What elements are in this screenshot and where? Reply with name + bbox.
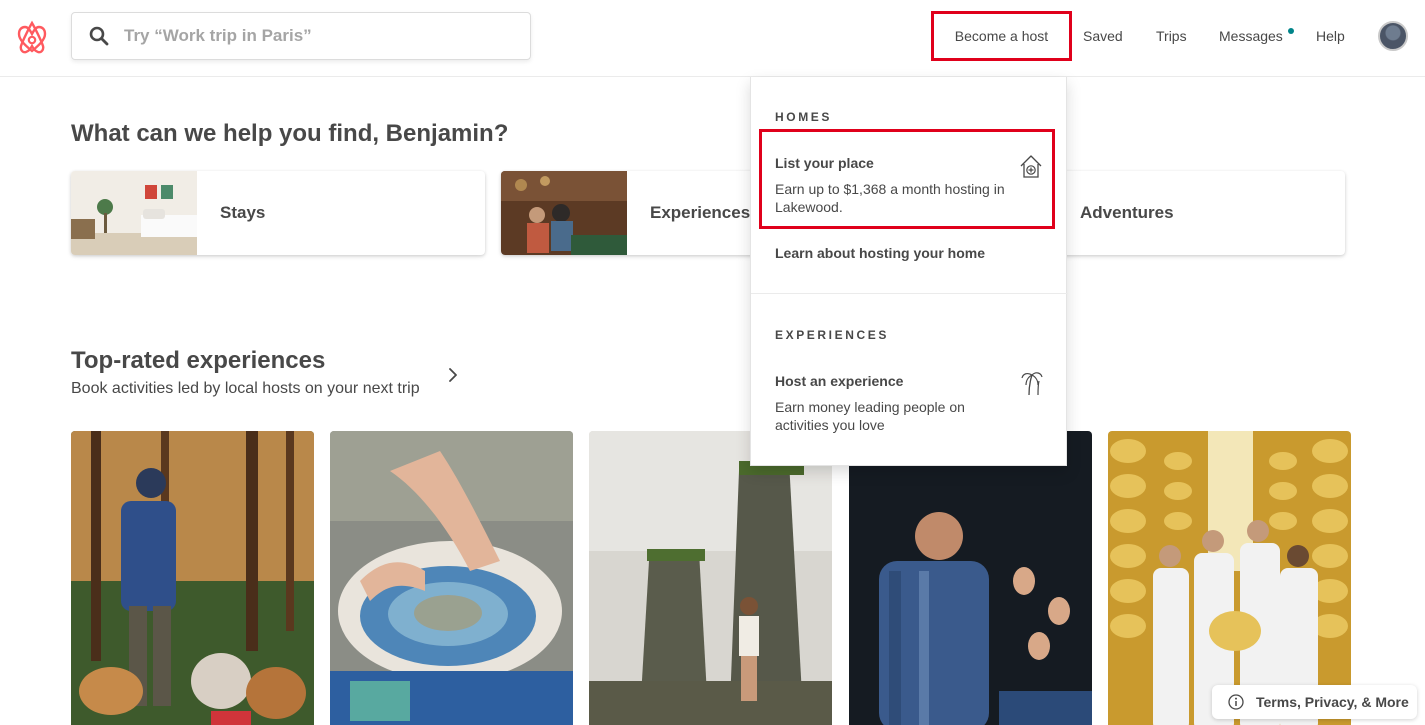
saved-link[interactable]: Saved <box>1083 28 1123 44</box>
search-icon <box>89 26 109 46</box>
category-label-adventures: Adventures <box>1080 203 1174 222</box>
airbnb-logo-icon[interactable] <box>16 20 48 54</box>
avatar[interactable] <box>1378 21 1408 51</box>
category-label-experiences: Experiences <box>650 203 751 222</box>
trips-link[interactable]: Trips <box>1156 28 1187 44</box>
messages-link[interactable]: Messages <box>1219 28 1283 44</box>
learn-hosting-link[interactable]: Learn about hosting your home <box>775 245 985 261</box>
experience-photo-dogs[interactable] <box>71 431 314 725</box>
section-subtitle: Book activities led by local hosts on yo… <box>71 380 420 397</box>
section-title: Top-rated experiences <box>71 347 326 374</box>
page-greeting: What can we help you find, Benjamin? <box>71 120 509 147</box>
host-experience-description: Earn money leading people on activities … <box>775 399 965 433</box>
experiences-heading: EXPERIENCES <box>775 328 889 342</box>
stays-thumbnail <box>71 171 197 255</box>
chevron-right-icon[interactable] <box>446 366 460 384</box>
info-icon <box>1228 694 1244 710</box>
experience-photo-cheese[interactable] <box>1108 431 1351 725</box>
category-card-adventures[interactable]: Adventures <box>1040 171 1345 255</box>
terms-privacy-button[interactable]: Terms, Privacy, & More <box>1212 685 1417 719</box>
host-experience-link[interactable]: Host an experience <box>775 373 903 389</box>
help-link[interactable]: Help <box>1316 28 1345 44</box>
experience-photo-ruins[interactable] <box>589 431 832 725</box>
search-input[interactable] <box>124 26 504 46</box>
category-card-experiences[interactable]: Experiences <box>501 171 761 255</box>
category-card-stays[interactable]: Stays <box>71 171 485 255</box>
homes-heading: HOMES <box>775 110 833 124</box>
category-label-stays: Stays <box>220 203 266 222</box>
menu-divider <box>751 293 1068 294</box>
search-bar[interactable] <box>71 12 531 60</box>
top-header: Become a host Saved Trips Messages Help <box>0 0 1425 77</box>
list-your-place-highlight <box>759 129 1055 229</box>
experience-photo-pottery[interactable] <box>330 431 573 725</box>
experiences-thumbnail <box>501 171 627 255</box>
experience-photo-cheers[interactable] <box>849 431 1092 725</box>
palm-tree-icon <box>1021 372 1043 396</box>
unread-dot <box>1288 28 1294 34</box>
terms-label: Terms, Privacy, & More <box>1256 694 1409 710</box>
become-a-host-button[interactable]: Become a host <box>931 11 1072 61</box>
